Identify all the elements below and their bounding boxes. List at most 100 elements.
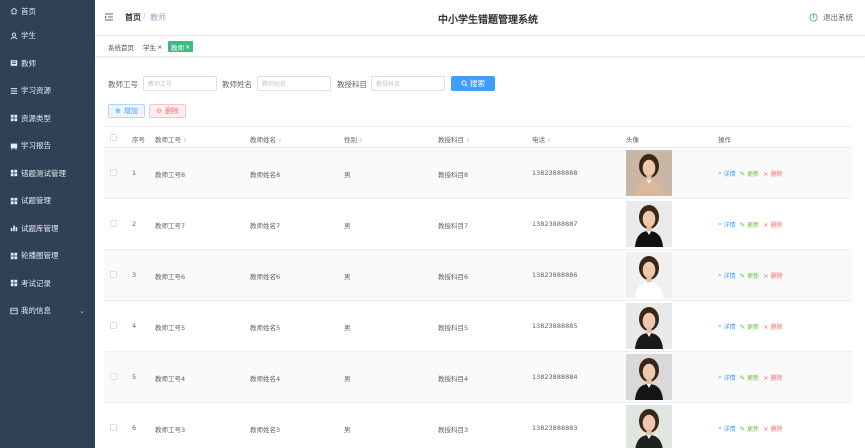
subject-placeholder: 教授科目 [376, 81, 401, 88]
edit-label: 更新 [747, 324, 760, 331]
detail-button[interactable]: ⌕ 详情 [718, 373, 736, 382]
row-checkbox[interactable] [110, 271, 117, 278]
sidebar-item-carousel[interactable]: 轮播图管理 [0, 242, 95, 270]
tag-home[interactable]: 系统首页 [108, 41, 134, 52]
edit-button[interactable]: ✎ 更新 [739, 169, 759, 179]
sidebar-item-questions[interactable]: 试题管理 [0, 187, 95, 215]
table-header: 序号 教师工号 ⇕ 教师姓名 ⇕ 性别 ⇕ 教授科目 ⇕ 电话 ⇕ 头像 操作 [104, 126, 852, 148]
edit-button[interactable]: ✎ 更新 [740, 424, 759, 434]
header-teacher-name[interactable]: 教师姓名 ⇕ [250, 134, 282, 144]
delete-button-label: 删除 [164, 107, 179, 115]
header-teacher-no[interactable]: 教师工号 ⇕ [155, 134, 187, 144]
edit-button[interactable]: ✎ 更新 [739, 373, 759, 383]
sort-icon[interactable]: ⇕ [359, 138, 363, 144]
edit-icon: ✎ [739, 373, 746, 382]
sidebar-item-resources[interactable]: 学习资源 [0, 77, 95, 105]
sort-icon[interactable]: ⇕ [183, 138, 187, 144]
detail-button[interactable]: ⌕ 详情 [718, 220, 736, 229]
delete-button[interactable]: × 删除 [763, 322, 782, 332]
edit-icon: ✎ [739, 169, 746, 178]
breadcrumb-home[interactable]: 首页 [125, 12, 141, 23]
tag-student[interactable]: 学生 × [143, 41, 162, 52]
tag-teacher[interactable]: 教师 × [168, 41, 194, 52]
sort-icon[interactable]: ⇕ [466, 138, 470, 144]
sidebar-item-resource-types[interactable]: 资源类型 [0, 105, 95, 133]
sidebar-item-student[interactable]: 学生 [0, 22, 95, 50]
grid-icon [10, 169, 18, 177]
cell-teacher-name: 教师姓名8 [250, 171, 281, 179]
sidebar-item-label: 错题测试管理 [21, 168, 66, 178]
cell-phone: 13823888887 [532, 220, 578, 228]
header-label: 电话 [532, 136, 545, 144]
row-checkbox[interactable] [110, 169, 117, 176]
delete-button[interactable]: × 删除 [763, 424, 783, 434]
teacher-table: 序号 教师工号 ⇕ 教师姓名 ⇕ 性别 ⇕ 教授科目 ⇕ 电话 ⇕ 头像 操作 1 教师工… [104, 126, 852, 448]
cell-phone: 13823888888 [532, 169, 578, 177]
edit-button[interactable]: ✎ 更新 [740, 271, 759, 281]
delete-button[interactable]: × 删除 [763, 169, 783, 179]
select-all-checkbox[interactable] [110, 134, 117, 141]
sidebar-item-wrong-tests[interactable]: 错题测试管理 [0, 160, 95, 188]
teacher-no-input[interactable]: 教师工号 [143, 76, 217, 91]
table-row: 5 教师工号4 教师姓名4 男 教授科目4 13823888884 ⌕ 详情 ✎ 更… [104, 352, 852, 403]
batch-delete-button[interactable]: ⊖ 删除 [149, 104, 186, 118]
search-icon: ⌕ [718, 271, 722, 279]
table-body: 1 教师工号8 教师姓名8 男 教授科目8 13823888888 ⌕ 详情 ✎ 更… [104, 148, 852, 448]
header-label: 性别 [344, 136, 357, 144]
logout-label: 退出系统 [823, 13, 853, 22]
cell-phone: 13823888883 [532, 424, 578, 432]
delete-button[interactable]: × 删除 [763, 271, 782, 281]
delete-label: 删除 [770, 171, 783, 178]
sidebar-item-question-bank[interactable]: 试题库管理 [0, 215, 95, 243]
edit-button[interactable]: ✎ 更新 [740, 220, 759, 230]
detail-button[interactable]: ⌕ 详情 [718, 424, 736, 433]
avatar [626, 405, 672, 448]
sidebar-item-home[interactable]: 首页 [0, 0, 95, 22]
sort-icon[interactable]: ⇕ [547, 138, 551, 144]
logout-button[interactable]: 退出系统 [809, 12, 853, 23]
detail-button[interactable]: ⌕ 详情 [718, 322, 736, 331]
header-phone[interactable]: 电话 ⇕ [532, 134, 551, 144]
add-button[interactable]: ⊕ 增加 [108, 104, 145, 118]
sidebar-item-my-info[interactable]: 我的信息 ⌄ [0, 297, 95, 325]
tags-bar: 系统首页 学生 × 教师 × [95, 36, 865, 57]
row-checkbox[interactable] [110, 373, 117, 380]
edit-button[interactable]: ✎ 更新 [739, 322, 760, 332]
tag-label: 教师 [171, 43, 184, 52]
header-gender[interactable]: 性别 ⇕ [344, 134, 363, 144]
close-icon[interactable]: × [185, 43, 190, 51]
table-row: 2 教师工号7 教师姓名7 男 教授科目7 13823888887 ⌕ 详情 ✎ 更… [104, 199, 852, 250]
minus-circle-icon: ⊖ [156, 107, 162, 115]
sort-icon[interactable]: ⇕ [278, 138, 282, 144]
delete-label: 删除 [770, 426, 783, 433]
detail-button[interactable]: ⌕ 详情 [718, 169, 736, 178]
delete-button[interactable]: × 删除 [763, 220, 783, 230]
sidebar-item-label: 我的信息 [21, 306, 51, 316]
subject-input[interactable]: 教授科目 [371, 76, 445, 91]
header-subject[interactable]: 教授科目 ⇕ [438, 134, 470, 144]
row-checkbox[interactable] [110, 322, 117, 329]
delete-button[interactable]: × 删除 [763, 373, 782, 383]
sidebar-item-reports[interactable]: 学习报告 [0, 132, 95, 160]
sidebar-item-teacher[interactable]: 教师 [0, 50, 95, 78]
cell-subject: 教授科目6 [438, 273, 469, 281]
detail-button[interactable]: ⌕ 详情 [718, 271, 736, 280]
close-icon: × [763, 322, 769, 331]
sidebar-item-exam-records[interactable]: 考试记录 [0, 270, 95, 298]
chart-icon [10, 224, 18, 232]
teacher-name-input[interactable]: 教师姓名 [257, 76, 331, 91]
search-button[interactable]: 搜索 [451, 76, 495, 91]
edit-icon: ✎ [739, 322, 746, 331]
home-icon [10, 7, 18, 15]
avatar [626, 252, 672, 298]
close-icon[interactable]: × [157, 43, 162, 51]
menu-toggle-icon[interactable] [104, 12, 114, 22]
resource-icon [10, 87, 18, 95]
table-row: 6 教师工号3 教师姓名3 男 教授科目3 13823888883 ⌕ 详情 ✎ 更… [104, 403, 852, 448]
cell-teacher-name: 教师姓名3 [250, 426, 281, 434]
row-checkbox[interactable] [110, 220, 117, 227]
row-checkbox[interactable] [110, 424, 117, 431]
close-icon: × [763, 169, 769, 178]
cell-subject: 教授科目4 [438, 375, 469, 383]
delete-label: 删除 [770, 222, 783, 229]
